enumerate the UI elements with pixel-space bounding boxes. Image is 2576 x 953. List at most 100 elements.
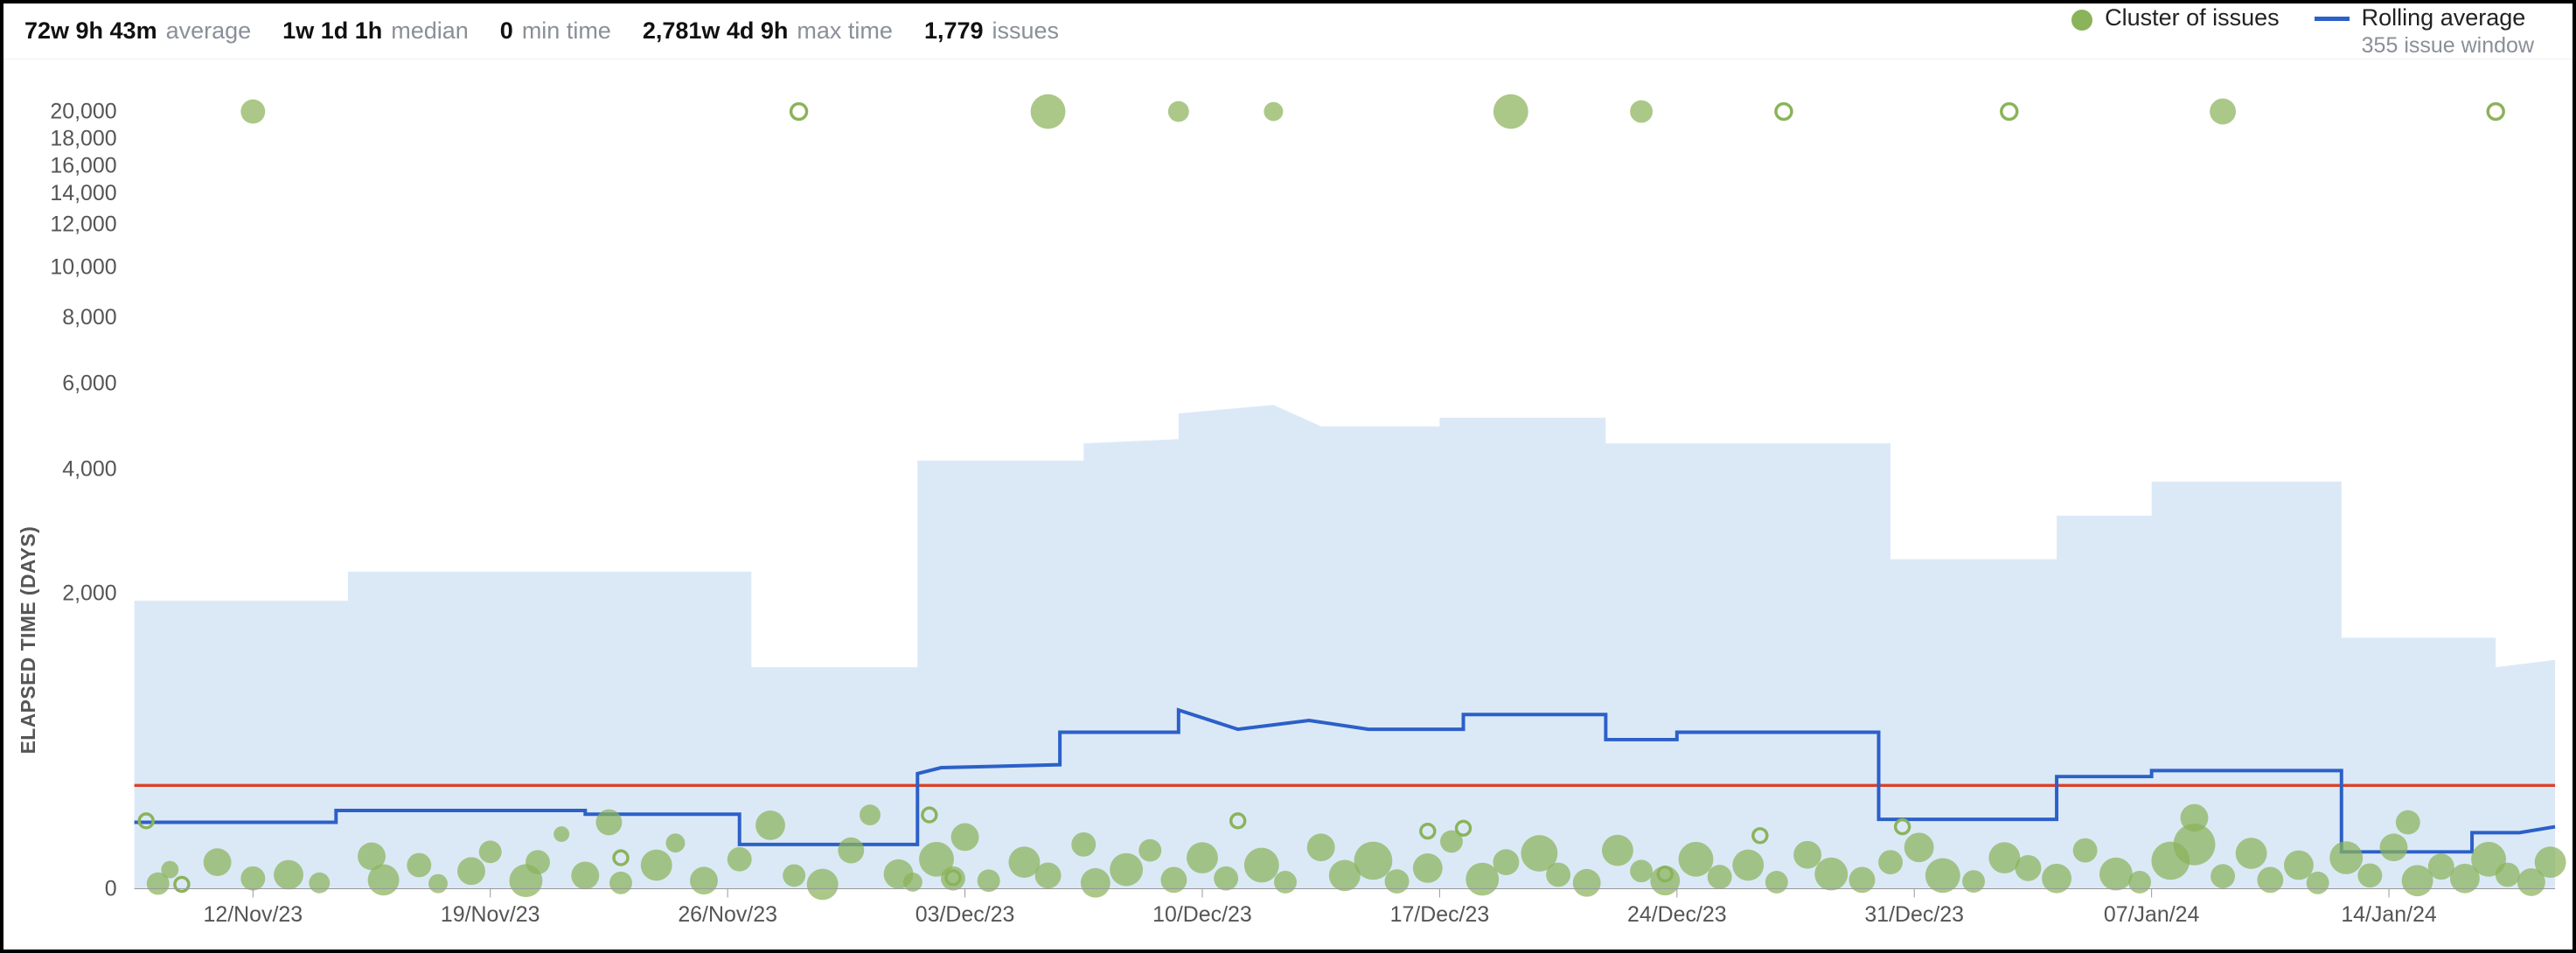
issue-cluster[interactable] <box>2329 841 2363 874</box>
control-chart[interactable]: 02,0004,0006,0008,00010,00012,00014,0001… <box>3 59 2573 950</box>
issue-cluster[interactable] <box>2210 99 2236 125</box>
issue-cluster[interactable] <box>1274 871 1297 894</box>
issue-cluster[interactable] <box>2402 865 2433 896</box>
issue-cluster[interactable] <box>1814 858 1848 891</box>
issue-cluster[interactable] <box>2099 858 2133 891</box>
issue-cluster[interactable] <box>368 865 400 896</box>
issue-cluster[interactable] <box>2496 863 2520 887</box>
issue-cluster[interactable] <box>1602 835 1633 866</box>
issue-cluster[interactable] <box>428 874 448 894</box>
issue-cluster[interactable] <box>2181 804 2209 832</box>
issue-cluster[interactable] <box>2073 838 2098 863</box>
issue-cluster[interactable] <box>1793 841 1821 869</box>
issue-cluster[interactable] <box>665 833 685 852</box>
issue-cluster[interactable] <box>1035 862 1062 888</box>
y-tick-label: 20,000 <box>50 100 116 124</box>
issue-cluster[interactable] <box>1466 863 1499 896</box>
issue-cluster[interactable] <box>2284 851 2314 880</box>
issue-cluster[interactable] <box>1573 869 1601 897</box>
rolling-line-icon <box>2315 17 2350 21</box>
issue-cluster[interactable] <box>204 848 232 876</box>
chart-svg[interactable]: 02,0004,0006,0008,00010,00012,00014,0001… <box>3 59 2573 950</box>
issue-cluster[interactable] <box>1679 842 1714 877</box>
issue-cluster[interactable] <box>1708 865 1732 889</box>
issue-cluster[interactable] <box>2307 872 2329 894</box>
issue-cluster[interactable] <box>1493 94 1528 129</box>
issue-cluster[interactable] <box>2428 853 2454 880</box>
x-tick-label: 10/Dec/23 <box>1152 902 1252 927</box>
issue-cluster[interactable] <box>2396 810 2420 835</box>
y-tick-label: 14,000 <box>50 181 116 205</box>
issue-cluster[interactable] <box>1244 848 1279 883</box>
legend-rolling-sub: 355 issue window <box>2362 33 2534 59</box>
issue-cluster[interactable] <box>2380 833 2408 861</box>
issue-cluster[interactable] <box>407 853 431 878</box>
issue-cluster[interactable] <box>1031 94 1066 129</box>
issue-cluster[interactable] <box>1546 863 1570 887</box>
issue-cluster[interactable] <box>1138 839 1161 862</box>
legend-rolling[interactable]: Rolling average 355 issue window <box>2315 4 2534 59</box>
issue-cluster[interactable] <box>1765 871 1788 894</box>
issue-cluster[interactable] <box>2357 863 2382 887</box>
issue-cluster[interactable] <box>1732 850 1764 881</box>
issue-cluster[interactable] <box>1354 842 1392 880</box>
stat-median-label: median <box>391 17 469 45</box>
issue-cluster[interactable] <box>526 850 550 874</box>
issue-cluster[interactable] <box>1264 102 1283 122</box>
issue-cluster[interactable] <box>1630 101 1653 123</box>
issue-cluster[interactable] <box>309 873 330 894</box>
issue-cluster[interactable] <box>783 864 805 887</box>
issue-cluster[interactable] <box>1413 853 1443 883</box>
issue-cluster[interactable] <box>1630 859 1653 882</box>
issue-cluster-open[interactable] <box>791 104 807 120</box>
issue-cluster[interactable] <box>2210 864 2235 888</box>
issue-cluster[interactable] <box>1493 849 1519 875</box>
issue-cluster-open[interactable] <box>2488 104 2503 120</box>
issue-cluster[interactable] <box>1071 832 1096 857</box>
issue-cluster[interactable] <box>2236 838 2267 869</box>
issue-cluster[interactable] <box>838 838 864 864</box>
y-tick-label: 0 <box>105 877 117 901</box>
issue-cluster[interactable] <box>1110 853 1143 887</box>
issue-cluster[interactable] <box>609 872 632 894</box>
legend-cluster[interactable]: Cluster of issues <box>2071 4 2280 31</box>
issue-cluster[interactable] <box>1187 842 1218 873</box>
issue-cluster[interactable] <box>860 804 881 825</box>
issue-cluster[interactable] <box>1904 832 1934 862</box>
issue-cluster-open[interactable] <box>1776 104 1792 120</box>
issue-cluster[interactable] <box>951 824 979 852</box>
issue-cluster[interactable] <box>690 866 718 894</box>
issue-cluster[interactable] <box>1081 868 1110 898</box>
issue-cluster[interactable] <box>595 810 622 836</box>
x-tick-label: 17/Dec/23 <box>1390 902 1490 927</box>
issue-cluster[interactable] <box>1925 858 1960 893</box>
issue-cluster[interactable] <box>807 869 839 901</box>
issue-cluster[interactable] <box>728 847 752 872</box>
x-tick-label: 31/Dec/23 <box>1864 902 1964 927</box>
issue-cluster[interactable] <box>1307 833 1335 861</box>
issue-cluster[interactable] <box>1962 870 1985 893</box>
issue-cluster-open[interactable] <box>2002 104 2017 120</box>
issue-cluster[interactable] <box>479 840 502 863</box>
stat-max: 2,781w 4d 9h max time <box>643 17 893 45</box>
issue-cluster[interactable] <box>2128 871 2151 894</box>
stat-max-value: 2,781w 4d 9h <box>643 17 789 45</box>
issue-cluster[interactable] <box>240 866 265 891</box>
issue-cluster[interactable] <box>1168 101 1189 122</box>
issue-cluster[interactable] <box>274 860 303 890</box>
issue-cluster[interactable] <box>1878 850 1903 874</box>
issue-cluster[interactable] <box>1214 866 1238 891</box>
issue-cluster[interactable] <box>1385 869 1410 894</box>
issue-cluster[interactable] <box>2016 855 2042 881</box>
issue-cluster[interactable] <box>553 826 569 842</box>
issue-cluster[interactable] <box>240 100 265 124</box>
issue-cluster[interactable] <box>2535 846 2566 878</box>
y-axis-label: ELAPSED TIME (DAYS) <box>17 526 39 755</box>
stat-max-label: max time <box>797 17 893 45</box>
issue-cluster[interactable] <box>641 850 672 881</box>
issue-cluster[interactable] <box>571 861 599 889</box>
issue-cluster[interactable] <box>147 873 170 895</box>
issue-cluster[interactable] <box>755 810 785 840</box>
issue-cluster[interactable] <box>457 857 485 885</box>
y-tick-label: 16,000 <box>50 154 116 178</box>
